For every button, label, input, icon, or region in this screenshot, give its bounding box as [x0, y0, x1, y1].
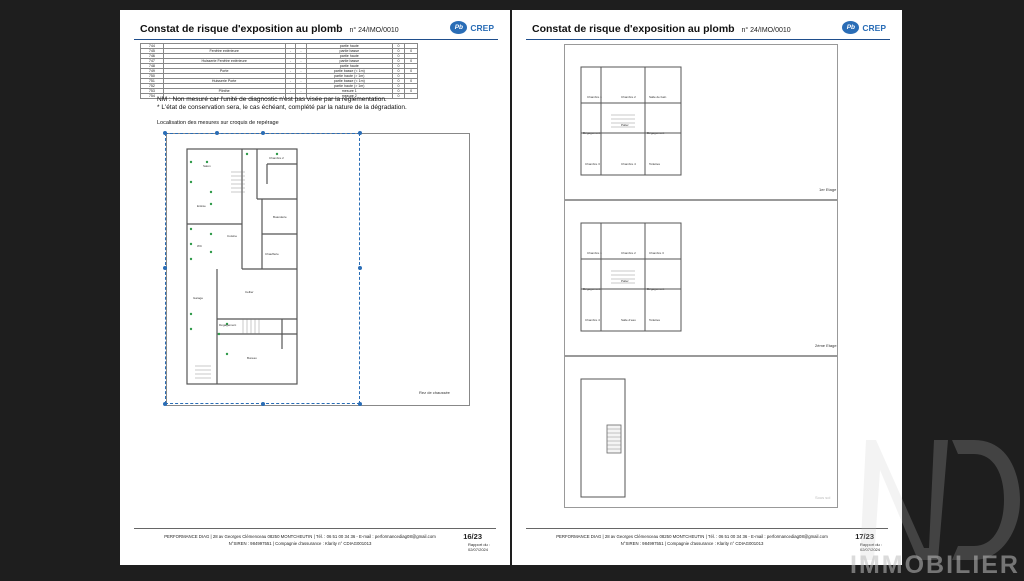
viewer-stage: Constat de risque d'exposition au plomb … — [0, 0, 1024, 579]
page-title: Constat de risque d'exposition au plomb … — [532, 23, 791, 35]
room-label: Dégagement — [647, 287, 665, 291]
room-label: Chambre 1 — [587, 251, 602, 255]
room-label: Toilettes — [649, 162, 661, 166]
measures-table: 744 partie haute 0 745 Fenêtre extérieure - - p… — [140, 43, 418, 99]
document-title: Constat de risque d'exposition au plomb — [532, 23, 735, 35]
room-label: Salle d'eau — [621, 318, 636, 322]
room-label: Chambre 2 — [621, 95, 636, 99]
resize-handle[interactable] — [163, 131, 167, 135]
note-conservation: * L'état de conservation sera, le cas éc… — [157, 104, 407, 111]
resize-handle[interactable] — [358, 402, 362, 406]
selection-box[interactable] — [165, 133, 360, 404]
page-title: Constat de risque d'exposition au plomb … — [140, 23, 399, 35]
page-footer: PERFORMANCE DIAG | 28 av Georges Clémenc… — [134, 528, 496, 558]
floor2-plan — [580, 222, 682, 332]
footer-line-2: N°SIREN : 984997551 | Compagnie d'assura… — [228, 541, 372, 546]
table-cell: 0 — [391, 93, 406, 99]
room-label: Toilettes — [649, 318, 661, 322]
page-header: Constat de risque d'exposition au plomb … — [134, 21, 498, 40]
plan-panel-floor3: Sous sol — [564, 356, 838, 508]
document-number: n° 24/IMO/0010 — [349, 27, 399, 34]
page-number: 16/23 — [463, 532, 482, 541]
room-label: Chambre 4 — [585, 318, 600, 322]
brand-watermark: IMMOBILIER — [834, 430, 1024, 579]
room-label: Chambre 3 — [585, 162, 600, 166]
plan-caption-ground: Rez de chaussée — [419, 390, 450, 395]
plan-caption-floor3: Sous sol — [815, 495, 831, 500]
room-label: Chambre 1 — [587, 95, 602, 99]
document-page-16: Constat de risque d'exposition au plomb … — [120, 10, 510, 565]
localisation-label: Localisation des mesures sur croquis de … — [157, 120, 279, 126]
plan-caption-floor2: 2ème Etage — [815, 343, 837, 348]
room-label: Dégagement — [647, 131, 665, 135]
plan-panel-floor2: Chambre 1 Chambre 2 Chambre 3 Dégagement… — [564, 200, 838, 356]
footer-company: PERFORMANCE DIAG | 28 av Georges Clémenc… — [532, 533, 852, 547]
crep-logo: Pb CREP — [842, 21, 886, 34]
room-label: Chambre 3 — [649, 251, 664, 255]
document-number: n° 24/IMO/0010 — [741, 27, 791, 34]
room-label: Dégagement — [583, 287, 601, 291]
room-label: Chambre 2 — [621, 251, 636, 255]
resize-handle[interactable] — [261, 131, 265, 135]
crep-logo-text: CREP — [862, 22, 886, 33]
floor3-plan — [580, 378, 626, 498]
plan-panel-floor1: Chambre 1 Chambre 2 Salle de bain Dégage… — [564, 44, 838, 200]
resize-handle[interactable] — [358, 131, 362, 135]
resize-handle[interactable] — [163, 266, 167, 270]
report-date: Rapport du : 02/07/2024 — [468, 542, 490, 552]
footer-company: PERFORMANCE DIAG | 28 av Georges Clémenc… — [140, 533, 460, 547]
footer-line-1: PERFORMANCE DIAG | 28 av Georges Clémenc… — [556, 534, 828, 539]
room-label: Salle de bain — [649, 95, 667, 99]
footer-line-1: PERFORMANCE DIAG | 28 av Georges Clémenc… — [164, 534, 436, 539]
resize-handle[interactable] — [215, 131, 219, 135]
table-cell — [404, 93, 418, 99]
pb-logo-icon: Pb — [842, 21, 860, 34]
room-label: Palier — [621, 279, 629, 283]
resize-handle[interactable] — [358, 266, 362, 270]
page-header: Constat de risque d'exposition au plomb … — [526, 21, 890, 40]
resize-handle[interactable] — [261, 402, 265, 406]
room-label: Palier — [621, 123, 629, 127]
resize-handle[interactable] — [163, 402, 167, 406]
footer-line-2: N°SIREN : 984997551 | Compagnie d'assura… — [620, 541, 764, 546]
room-label: Dégagement — [583, 131, 601, 135]
report-date-value: 02/07/2024 — [467, 547, 489, 552]
floor1-plan — [580, 66, 682, 176]
plan-caption-floor1: 1er Etage — [819, 187, 837, 192]
pb-logo-icon: Pb — [450, 21, 468, 34]
crep-logo-text: CREP — [470, 22, 494, 33]
crep-logo: Pb CREP — [450, 21, 494, 34]
room-label: Chambre 4 — [621, 162, 636, 166]
document-title: Constat de risque d'exposition au plomb — [140, 23, 343, 35]
note-nm: NM : Non mesuré car l'unité de diagnosti… — [157, 96, 387, 103]
